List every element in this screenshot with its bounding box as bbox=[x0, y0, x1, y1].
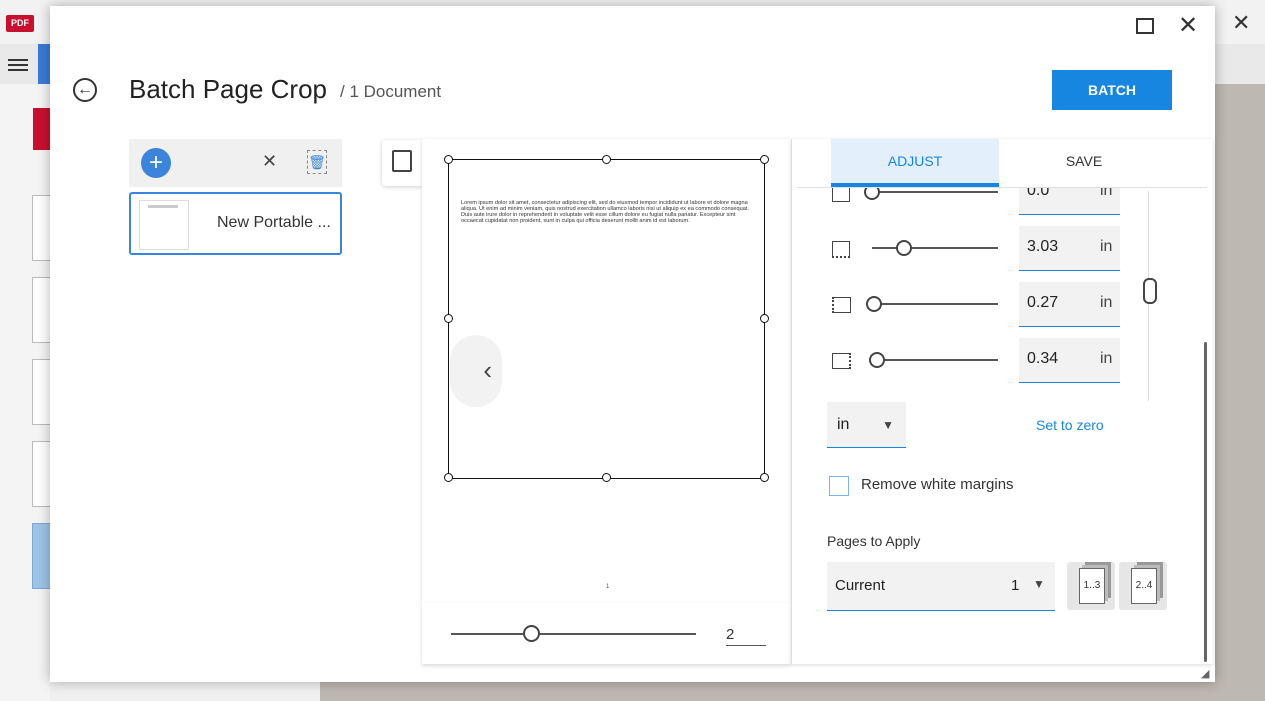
margin-right-input[interactable]: 0.34 in bbox=[1019, 338, 1120, 383]
close-icon[interactable]: ✕ bbox=[1178, 12, 1198, 40]
background-tab bbox=[38, 44, 50, 84]
margin-bottom-icon bbox=[832, 241, 850, 258]
margin-left-icon bbox=[832, 297, 851, 313]
margin-row-top: 0.0 in bbox=[792, 188, 1213, 220]
document-count: / 1 Document bbox=[340, 82, 442, 101]
margin-bottom-input[interactable]: 3.03 in bbox=[1019, 226, 1120, 271]
delete-icon[interactable]: 🗑 bbox=[307, 150, 327, 174]
background-thumbnail bbox=[32, 441, 52, 507]
crop-handle[interactable] bbox=[444, 155, 453, 164]
background-thumbnail bbox=[32, 195, 52, 261]
app-logo: PDF bbox=[6, 15, 34, 32]
remove-white-margins-label: Remove white margins bbox=[861, 476, 1014, 493]
margin-top-input[interactable]: 0.0 in bbox=[1019, 188, 1120, 215]
crop-settings-panel: ADJUST SAVE 0.0 in 3.03 in 0.27 in 0.34 in in ▼… bbox=[791, 139, 1213, 664]
crop-handle[interactable] bbox=[602, 473, 611, 482]
odd-pages-icon: 1..3 bbox=[1079, 568, 1105, 604]
pages-to-apply-label: Pages to Apply bbox=[827, 533, 921, 549]
background-thumbnail bbox=[32, 277, 52, 343]
batch-crop-dialog: ✕ ← Batch Page Crop / 1 Document BATCH +… bbox=[50, 6, 1215, 682]
background-statusbar bbox=[50, 682, 320, 701]
pages-option-value: Current bbox=[835, 577, 886, 594]
margin-row-right: 0.34 in bbox=[792, 332, 1213, 388]
margin-left-input[interactable]: 0.27 in bbox=[1019, 282, 1120, 327]
background-thumbnail-selected bbox=[32, 523, 52, 589]
unit-select[interactable]: in ▼ bbox=[827, 402, 906, 448]
panel-scrollbar[interactable] bbox=[1204, 342, 1207, 662]
margin-unit: in bbox=[1100, 188, 1113, 199]
file-list-item[interactable]: New Portable ... bbox=[129, 192, 342, 255]
margin-value: 3.03 bbox=[1027, 238, 1059, 255]
image-search-icon bbox=[392, 150, 412, 172]
previous-page-button[interactable]: ‹ bbox=[450, 335, 502, 407]
chevron-down-icon: ▼ bbox=[1033, 577, 1045, 591]
crop-handle[interactable] bbox=[444, 473, 453, 482]
crop-handle[interactable] bbox=[444, 314, 453, 323]
maximize-icon[interactable] bbox=[1136, 18, 1154, 34]
margin-row-bottom: 3.03 in bbox=[792, 220, 1213, 276]
resize-grip-icon[interactable]: ◢ bbox=[1201, 667, 1209, 680]
clear-selection-icon[interactable]: ✕ bbox=[262, 151, 277, 172]
page-title: Batch Page Crop bbox=[129, 74, 328, 104]
pages-number-value: 1 bbox=[1011, 577, 1020, 594]
zoom-value-input[interactable]: 2 bbox=[726, 623, 766, 646]
unit-select-value: in bbox=[837, 416, 850, 433]
file-thumbnail bbox=[139, 200, 189, 250]
margin-unit: in bbox=[1100, 238, 1113, 255]
margin-top-slider-thumb[interactable] bbox=[864, 188, 880, 200]
margin-bottom-slider-track[interactable] bbox=[872, 247, 998, 249]
margin-value: 0.27 bbox=[1027, 294, 1059, 311]
margin-right-slider-track[interactable] bbox=[872, 359, 998, 361]
preview-tool-button[interactable] bbox=[382, 140, 422, 186]
zoom-bar: 2 bbox=[422, 603, 791, 664]
set-to-zero-link[interactable]: Set to zero bbox=[1036, 417, 1104, 433]
margin-value: 0.0 bbox=[1027, 188, 1050, 199]
crop-handle[interactable] bbox=[602, 155, 611, 164]
margin-unit: in bbox=[1100, 350, 1113, 367]
hamburger-menu-icon[interactable] bbox=[8, 56, 28, 74]
zoom-slider-thumb[interactable] bbox=[523, 625, 540, 642]
margin-right-slider-thumb[interactable] bbox=[868, 352, 885, 368]
odd-pages-button[interactable]: 1..3 bbox=[1067, 562, 1115, 610]
file-name: New Portable ... bbox=[217, 214, 331, 231]
link-chain-icon[interactable] bbox=[1143, 278, 1157, 304]
margin-left-slider-thumb[interactable] bbox=[866, 296, 883, 312]
margin-top-icon bbox=[832, 188, 850, 202]
page-number: 1 bbox=[606, 584, 610, 590]
background-thumbnail bbox=[32, 359, 52, 425]
even-pages-icon: 2..4 bbox=[1131, 568, 1157, 604]
crop-handle[interactable] bbox=[760, 314, 769, 323]
crop-handle[interactable] bbox=[760, 155, 769, 164]
crop-box[interactable] bbox=[448, 159, 765, 479]
background-logo-mark bbox=[33, 108, 50, 150]
zoom-slider-track[interactable] bbox=[451, 633, 696, 635]
margin-right-icon bbox=[832, 353, 851, 369]
file-list-toolbar: + ✕ 🗑 bbox=[129, 139, 342, 187]
remove-white-margins-checkbox[interactable] bbox=[829, 476, 849, 496]
margin-top-slider-track[interactable] bbox=[872, 191, 998, 193]
tab-adjust[interactable]: ADJUST bbox=[831, 139, 999, 187]
batch-button[interactable]: BATCH bbox=[1052, 70, 1172, 110]
tab-save[interactable]: SAVE bbox=[1000, 139, 1168, 187]
chevron-down-icon: ▼ bbox=[882, 418, 894, 432]
app-close-icon[interactable]: ✕ bbox=[1232, 10, 1250, 36]
pages-to-apply-select[interactable]: Current 1 ▼ bbox=[827, 562, 1055, 611]
margin-bottom-slider-thumb[interactable] bbox=[895, 240, 912, 256]
margin-left-slider-track[interactable] bbox=[872, 303, 998, 305]
margin-unit: in bbox=[1100, 294, 1113, 311]
crop-handle[interactable] bbox=[760, 473, 769, 482]
margin-value: 0.34 bbox=[1027, 350, 1059, 367]
back-arrow-icon[interactable]: ← bbox=[73, 78, 97, 102]
even-pages-button[interactable]: 2..4 bbox=[1119, 562, 1167, 610]
add-file-button[interactable]: + bbox=[141, 148, 171, 178]
